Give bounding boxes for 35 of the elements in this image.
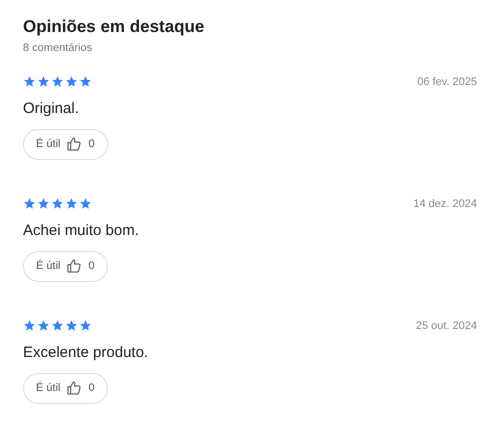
thumbs-up-icon [66,380,82,396]
star-icon [37,319,50,332]
helpful-label: É útil [36,136,60,152]
star-icon [51,197,64,210]
section-title: Opiniões em destaque [23,16,206,38]
helpful-count: 0 [88,136,95,152]
helpful-button[interactable]: É útil 0 [23,372,108,404]
helpful-count: 0 [88,258,95,274]
star-icon [65,319,78,332]
helpful-label: É útil [36,258,60,274]
star-icon [79,75,92,88]
helpful-label: É útil [36,380,60,396]
star-icon [79,319,92,332]
review-text: Achei muito bom. [23,221,140,241]
thumbs-up-icon [66,136,82,152]
review-text: Original. [23,99,80,119]
helpful-button[interactable]: É útil 0 [23,250,108,282]
star-icon [65,197,78,210]
star-icon [51,319,64,332]
star-icon [79,197,92,210]
star-icon [23,197,36,210]
review-text: Excelente produto. [23,343,150,363]
star-icon [37,75,50,88]
helpful-button[interactable]: É útil 0 [23,128,108,160]
star-icon [37,197,50,210]
review-date: 25 out. 2024 [416,318,477,334]
star-icon [51,75,64,88]
helpful-count: 0 [88,380,95,396]
star-icon [65,75,78,88]
review-date: 14 dez. 2024 [413,196,477,212]
comment-count: 8 comentários [23,41,94,56]
star-icon [23,75,36,88]
thumbs-up-icon [66,258,82,274]
review-date: 06 fev. 2025 [417,74,477,90]
star-icon [23,319,36,332]
